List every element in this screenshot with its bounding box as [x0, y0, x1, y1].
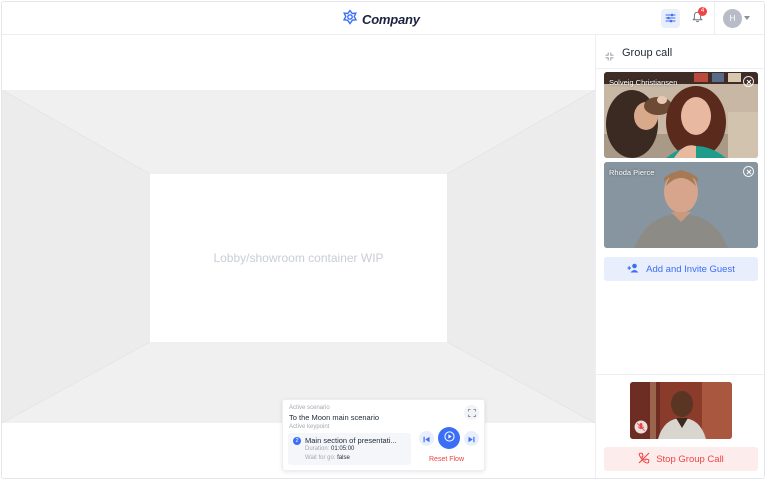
keypoint-label: Active keypoint [289, 424, 330, 430]
brand-name: Company [362, 12, 420, 27]
group-call-header: Group call [596, 35, 764, 69]
fullscreen-button[interactable] [464, 405, 479, 420]
filter-button[interactable] [661, 9, 680, 28]
scenario-value: To the Moon main scenario [289, 413, 380, 422]
active-keypoint[interactable]: 2 Main section of presentati... Duration… [288, 433, 411, 465]
keypoint-number: 2 [293, 437, 301, 445]
top-header: Company 4 H [2, 2, 764, 35]
sliders-icon [665, 10, 676, 28]
keypoint-duration: Duration: 01:05:00 [305, 446, 354, 452]
flow-control-card: Active scenario To the Moon main scenari… [282, 399, 485, 471]
lobby-placeholder-text: Lobby/showroom container WIP [213, 251, 384, 265]
company-logo-icon [342, 9, 358, 30]
expand-icon [467, 404, 476, 422]
notifications-button[interactable]: 4 [688, 7, 707, 28]
keypoint-wait: Wait for go: false [305, 455, 350, 461]
invite-label: Add and Invite Guest [646, 263, 735, 275]
wait-value: false [337, 455, 350, 461]
add-invite-guest-button[interactable]: Add and Invite Guest [604, 257, 758, 281]
previous-keypoint-button[interactable] [419, 431, 434, 446]
remove-participant-button[interactable] [743, 76, 754, 87]
app-window: Company 4 H Lobby/showroom container WIP… [1, 1, 765, 479]
brand[interactable]: Company [342, 9, 420, 30]
remove-participant-button[interactable] [743, 166, 754, 177]
stop-label: Stop Group Call [656, 453, 724, 465]
self-video-tile[interactable] [630, 382, 732, 439]
participant-name: Solveig Christiansen [609, 78, 678, 87]
wait-label: Wait for go: [305, 455, 336, 461]
duration-label: Duration: [305, 446, 330, 452]
chevron-down-icon[interactable] [744, 16, 750, 20]
group-call-panel: Group call Solveig Christiansen Rhoda Pi… [595, 35, 764, 478]
user-plus-icon [627, 263, 640, 276]
header-divider [714, 2, 715, 35]
stop-group-call-button[interactable]: Stop Group Call [604, 447, 758, 471]
play-button[interactable] [438, 427, 460, 449]
keypoint-title: Main section of presentati... [305, 436, 397, 445]
skip-forward-icon [468, 430, 475, 448]
participant-name: Rhoda Pierce [609, 168, 655, 177]
scenario-label: Active scenario [289, 405, 330, 411]
minimize-icon[interactable] [605, 48, 614, 66]
reset-flow-button[interactable]: Reset Flow [429, 456, 464, 463]
mic-off-icon [634, 420, 648, 439]
participant-video-tile[interactable]: Rhoda Pierce [604, 162, 758, 248]
play-icon [443, 429, 455, 447]
participant-video-tile[interactable]: Solveig Christiansen [604, 72, 758, 158]
next-keypoint-button[interactable] [464, 431, 479, 446]
duration-value: 01:05:00 [331, 446, 355, 452]
lobby-stage: Lobby/showroom container WIP Active scen… [2, 35, 595, 478]
phone-off-icon [638, 452, 650, 467]
panel-divider [596, 374, 764, 375]
notification-badge: 4 [698, 7, 707, 16]
user-avatar[interactable]: H [723, 9, 742, 28]
group-call-title: Group call [622, 47, 673, 59]
skip-back-icon [423, 430, 430, 448]
